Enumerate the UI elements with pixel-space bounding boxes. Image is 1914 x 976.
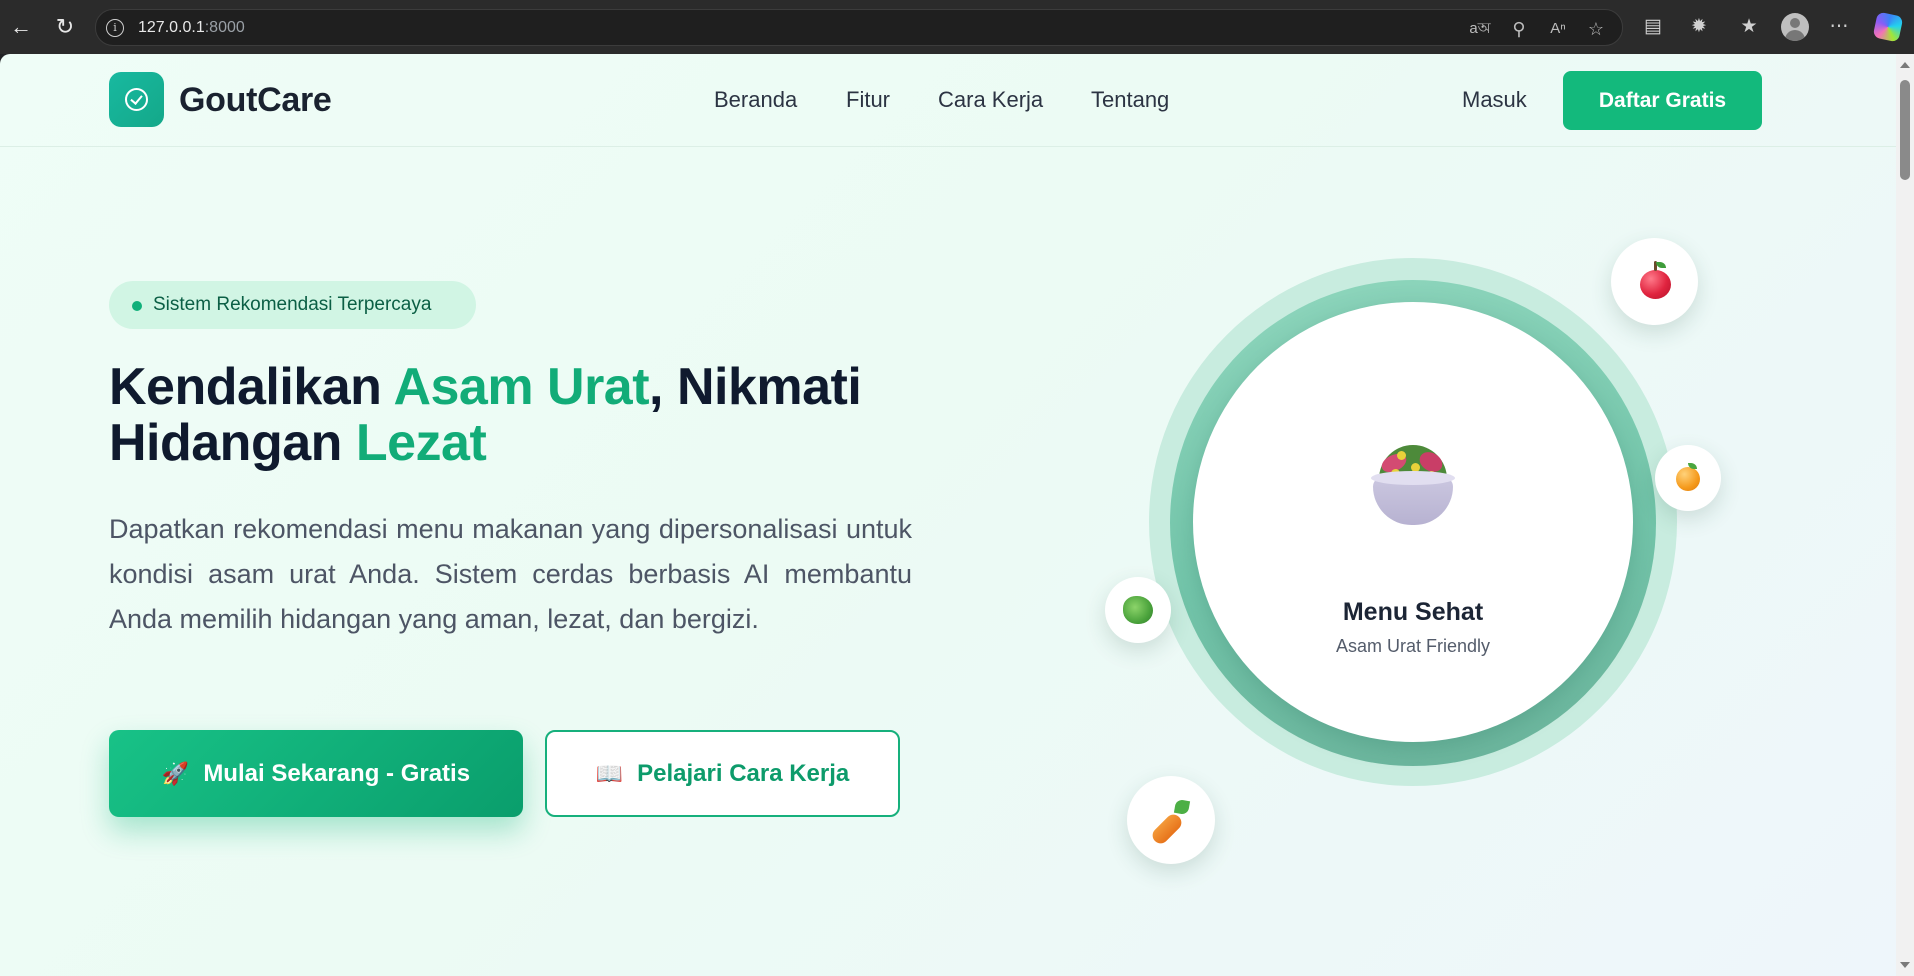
address-bar[interactable]: i 127.0.0.1:8000 aঅ ⚲ Aⁿ ☆ — [95, 9, 1623, 46]
badge-text: Sistem Rekomendasi Terpercaya — [153, 294, 432, 315]
reload-icon[interactable]: ↻ — [50, 12, 80, 42]
headline-part2: , Nikmati — [649, 358, 862, 416]
brand-name[interactable]: GoutCare — [179, 81, 332, 120]
url-text[interactable]: 127.0.0.1:8000 — [138, 19, 245, 37]
translate-icon[interactable]: aঅ — [1467, 16, 1493, 42]
url-host: 127.0.0.1 — [138, 19, 205, 36]
nav-tentang[interactable]: Tentang — [1091, 87, 1169, 113]
url-port: :8000 — [204, 19, 245, 36]
reading-list-icon[interactable]: ▤ — [1638, 12, 1668, 42]
back-arrow-icon[interactable]: ← — [6, 12, 36, 42]
start-free-button[interactable]: 🚀 Mulai Sekarang - Gratis — [109, 730, 523, 817]
profile-icon[interactable] — [1781, 13, 1809, 41]
headline-accent-2: Lezat — [355, 414, 487, 472]
rocket-icon: 🚀 — [161, 762, 190, 787]
headline-part1: Kendalikan — [109, 358, 394, 416]
site-info-icon[interactable]: i — [106, 19, 124, 37]
book-icon: 📖 — [595, 762, 624, 787]
star-icon[interactable]: ☆ — [1583, 16, 1609, 42]
favorites-icon[interactable]: ★ — [1734, 12, 1764, 42]
nav-fitur[interactable]: Fitur — [846, 87, 890, 113]
salad-bowl-icon — [1371, 441, 1455, 527]
scroll-down-arrow-icon[interactable] — [1900, 962, 1910, 968]
badge-dot — [132, 301, 142, 311]
nav-beranda[interactable]: Beranda — [714, 87, 797, 113]
lettuce-icon — [1105, 577, 1171, 643]
showcase-title: Menu Sehat — [1342, 598, 1484, 626]
nav-cara-kerja[interactable]: Cara Kerja — [938, 87, 1043, 113]
apple-icon — [1611, 238, 1698, 325]
page-scrollbar[interactable] — [1896, 54, 1914, 976]
hero-description: Dapatkan rekomendasi menu makanan yang d… — [109, 514, 912, 634]
read-aloud-icon[interactable]: Aⁿ — [1545, 16, 1571, 42]
start-free-label: Mulai Sekarang - Gratis — [203, 760, 471, 787]
scrollbar-thumb[interactable] — [1900, 80, 1910, 180]
logo-check-icon[interactable] — [109, 72, 164, 127]
headline-part3: Hidangan — [109, 414, 356, 472]
login-link[interactable]: Masuk — [1462, 87, 1527, 113]
signup-button[interactable]: Daftar Gratis — [1563, 71, 1762, 130]
puzzle-icon[interactable]: ✹ — [1684, 12, 1714, 42]
hero-headline: Kendalikan Asam Urat, Nikmati Hidangan Le… — [109, 359, 989, 471]
headline-accent-1: Asam Urat — [393, 358, 650, 416]
more-icon[interactable]: ⋯ — [1824, 12, 1854, 42]
showcase-subtitle: Asam Urat Friendly — [1335, 636, 1491, 656]
orange-icon — [1655, 445, 1721, 511]
site-header: GoutCare Beranda Fitur Cara Kerja Tentan… — [0, 54, 1896, 147]
scroll-up-arrow-icon[interactable] — [1900, 62, 1910, 68]
page-viewport: GoutCare Beranda Fitur Cara Kerja Tentan… — [0, 54, 1896, 976]
learn-how-label: Pelajari Cara Kerja — [637, 760, 850, 787]
learn-how-button[interactable]: 📖 Pelajari Cara Kerja — [545, 730, 900, 817]
browser-toolbar: ← ↻ i 127.0.0.1:8000 aঅ ⚲ Aⁿ ☆ ▤ ✹ ★ ⋯ — [0, 0, 1914, 54]
carrot-icon — [1127, 776, 1215, 864]
copilot-icon[interactable] — [1872, 11, 1904, 43]
zoom-icon[interactable]: ⚲ — [1506, 16, 1532, 42]
trust-badge: Sistem Rekomendasi Terpercaya — [109, 281, 476, 329]
